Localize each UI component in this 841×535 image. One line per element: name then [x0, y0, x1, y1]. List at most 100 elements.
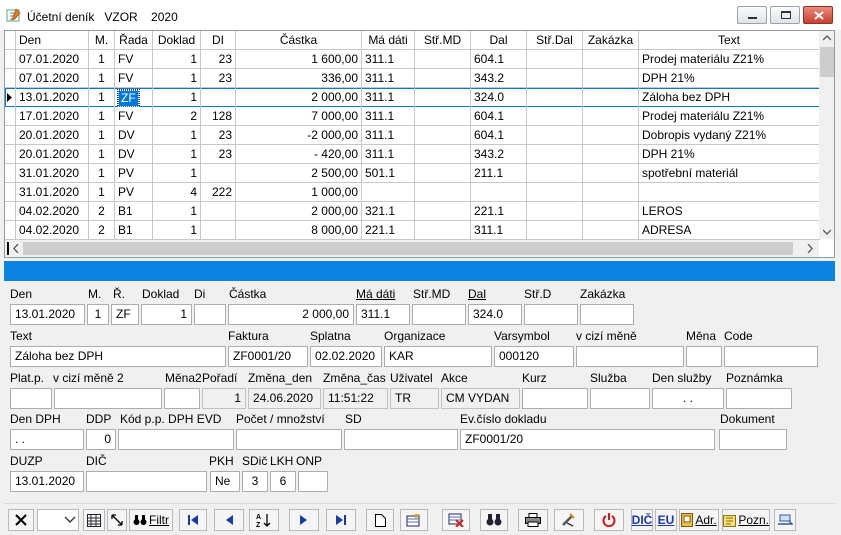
table-cell[interactable]: [362, 183, 415, 202]
den-sluzby-field[interactable]: . .: [652, 388, 724, 409]
row-indicator[interactable]: [5, 221, 16, 240]
col-header[interactable]: Zakázka: [583, 31, 639, 50]
hscroll-thumb[interactable]: [23, 242, 793, 255]
cancel-button[interactable]: [8, 509, 34, 531]
table-cell[interactable]: B1: [115, 202, 153, 221]
onp-field[interactable]: [298, 471, 328, 492]
table-cell[interactable]: [639, 183, 820, 202]
m-field[interactable]: 1: [87, 304, 109, 325]
sluzba-field[interactable]: [590, 388, 650, 409]
sdic-field[interactable]: 3: [242, 471, 268, 492]
table-cell[interactable]: 221.1: [471, 202, 527, 221]
table-cell[interactable]: [415, 202, 471, 221]
table-cell[interactable]: DV: [115, 145, 153, 164]
table-cell[interactable]: ZF: [115, 88, 153, 107]
table-cell[interactable]: 501.1: [362, 164, 415, 183]
table-cell[interactable]: 1: [153, 202, 201, 221]
table-cell[interactable]: [415, 221, 471, 240]
table-cell[interactable]: [415, 107, 471, 126]
table-row[interactable]: 13.01.2020 1 ZF 1 2 000,00 311.1 324.0 Záloha b…: [5, 88, 820, 107]
varsymbol-field[interactable]: 000120: [494, 346, 574, 367]
vcizimene2-field[interactable]: [54, 388, 162, 409]
vcizimene-field[interactable]: [576, 346, 684, 367]
table-cell[interactable]: [527, 183, 583, 202]
dokument-field[interactable]: [719, 429, 787, 450]
splatna-field[interactable]: 02.02.2020: [310, 346, 382, 367]
table-cell[interactable]: 23: [201, 69, 236, 88]
row-indicator[interactable]: [5, 126, 16, 145]
scroll-thumb[interactable]: [820, 47, 834, 77]
scroll-right-icon[interactable]: [807, 244, 813, 253]
table-cell[interactable]: 2 000,00: [236, 88, 362, 107]
vertical-scrollbar[interactable]: [819, 31, 834, 239]
den-field[interactable]: 13.01.2020: [10, 304, 85, 325]
table-cell[interactable]: 311.1: [362, 145, 415, 164]
row-indicator[interactable]: [5, 164, 16, 183]
table-cell[interactable]: 04.02.2020: [16, 202, 89, 221]
col-header[interactable]: Den: [16, 31, 89, 50]
kurz-field[interactable]: [522, 388, 588, 409]
print-button[interactable]: [518, 509, 548, 531]
table-cell[interactable]: 23: [201, 50, 236, 69]
table-cell[interactable]: 321.1: [362, 202, 415, 221]
scroll-left-icon[interactable]: [13, 244, 19, 253]
row-indicator[interactable]: [5, 88, 16, 107]
table-cell[interactable]: 20.01.2020: [16, 145, 89, 164]
table-cell[interactable]: 1: [89, 50, 115, 69]
zakazka-field[interactable]: [580, 304, 634, 325]
table-cell[interactable]: [583, 88, 639, 107]
table-cell[interactable]: PV: [115, 164, 153, 183]
table-cell[interactable]: [471, 183, 527, 202]
table-cell[interactable]: -2 000,00: [236, 126, 362, 145]
table-cell[interactable]: 311.1: [362, 88, 415, 107]
table-cell[interactable]: 311.1: [362, 126, 415, 145]
table-cell[interactable]: LEROS: [639, 202, 820, 221]
row-indicator[interactable]: [5, 107, 16, 126]
table-cell[interactable]: 604.1: [471, 126, 527, 145]
next-record-button[interactable]: [289, 509, 319, 531]
kod-pp-field[interactable]: [118, 429, 234, 450]
table-cell[interactable]: [415, 145, 471, 164]
table-cell[interactable]: [583, 221, 639, 240]
table-row[interactable]: 17.01.2020 1 FV 2 128 7 000,00 311.1 604.1 Prode…: [5, 107, 820, 126]
table-cell[interactable]: 7 000,00: [236, 107, 362, 126]
table-cell[interactable]: [527, 126, 583, 145]
sort-button[interactable]: AZ: [249, 509, 279, 531]
table-cell[interactable]: [583, 145, 639, 164]
first-record-button[interactable]: [179, 509, 207, 531]
pkh-field[interactable]: Ne: [210, 471, 240, 492]
strd-field[interactable]: [524, 304, 578, 325]
address-button[interactable]: Adr.: [679, 509, 719, 531]
table-cell[interactable]: 1: [153, 145, 201, 164]
dic-field[interactable]: [86, 471, 207, 492]
table-cell[interactable]: 222: [201, 183, 236, 202]
table-cell[interactable]: 2 000,00: [236, 202, 362, 221]
table-cell[interactable]: [201, 202, 236, 221]
den-dph-field[interactable]: . .: [10, 429, 84, 450]
table-cell[interactable]: 1: [153, 50, 201, 69]
table-row[interactable]: 31.01.2020 1 PV 4 222 1 000,00: [5, 183, 820, 202]
table-cell[interactable]: 1: [153, 164, 201, 183]
table-cell[interactable]: 1: [89, 107, 115, 126]
table-cell[interactable]: 1: [153, 221, 201, 240]
close-button[interactable]: [803, 6, 833, 24]
editing-cell[interactable]: ZF: [117, 89, 140, 107]
table-cell[interactable]: Dobropis vydaný Z21%: [639, 126, 820, 145]
table-cell[interactable]: DV: [115, 126, 153, 145]
scroll-down-icon[interactable]: [823, 229, 831, 235]
table-cell[interactable]: 604.1: [471, 50, 527, 69]
col-header[interactable]: Dal: [471, 31, 527, 50]
doklad-field[interactable]: 1: [141, 304, 192, 325]
table-cell[interactable]: 2: [89, 221, 115, 240]
mena-field[interactable]: [686, 346, 722, 367]
table-cell[interactable]: B1: [115, 221, 153, 240]
eu-button[interactable]: EU: [655, 509, 677, 531]
table-cell[interactable]: Prodej materiálu Z21%: [639, 50, 820, 69]
new-record-button[interactable]: [366, 509, 394, 531]
table-cell[interactable]: 1: [89, 126, 115, 145]
madati-field[interactable]: 311.1: [356, 304, 410, 325]
col-header[interactable]: Text: [639, 31, 820, 50]
col-header[interactable]: Řada: [115, 31, 153, 50]
row-indicator[interactable]: [5, 69, 16, 88]
table-cell[interactable]: PV: [115, 183, 153, 202]
